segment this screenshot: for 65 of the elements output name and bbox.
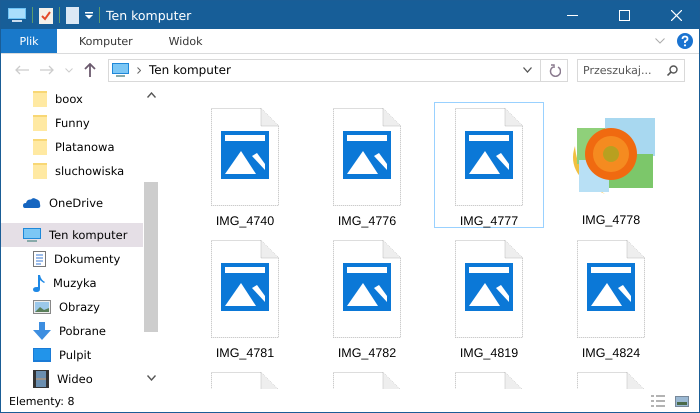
properties-icon[interactable] <box>39 6 53 24</box>
file-item[interactable]: IMG_4782 <box>312 234 422 360</box>
item-count: Elementy: 8 <box>9 394 74 408</box>
chevron-right-icon <box>137 66 141 74</box>
nav-item[interactable]: Pobrane <box>1 319 143 343</box>
address-path: Ten komputer <box>149 63 231 77</box>
nav-item[interactable]: Platanowa <box>55 140 115 154</box>
address-field[interactable]: Ten komputer <box>108 58 568 82</box>
desktop-icon <box>33 348 51 362</box>
nav-item[interactable]: Wideo <box>1 367 143 391</box>
nav-item[interactable]: sluchowiska <box>55 164 124 178</box>
cloud-icon <box>23 197 41 209</box>
details-view-icon[interactable] <box>651 395 665 407</box>
folder-icon <box>33 163 47 179</box>
file-item[interactable]: IMG_4777 <box>434 102 544 228</box>
minimize-icon <box>566 14 578 16</box>
image-file-icon <box>455 240 523 338</box>
file-item[interactable]: IMG_4781 <box>190 234 300 360</box>
image-file-icon <box>211 108 279 206</box>
ribbon-tab[interactable]: Komputer <box>65 29 147 53</box>
image-file-icon <box>577 240 645 338</box>
chevron-down-icon[interactable] <box>523 67 532 73</box>
scroll-down-icon[interactable] <box>146 375 156 381</box>
file-item[interactable]: IMG_4819 <box>434 234 544 360</box>
nav-item[interactable]: Obrazy <box>1 295 143 319</box>
image-file-icon <box>333 108 401 206</box>
refresh-icon[interactable] <box>549 64 561 76</box>
file-item[interactable]: IMG_4778 <box>556 102 666 228</box>
film-icon <box>33 370 49 388</box>
computer-icon <box>8 8 26 22</box>
image-file-icon <box>455 108 523 206</box>
scrollbar-thumb[interactable] <box>144 182 158 332</box>
ribbon-tab[interactable]: Widok <box>154 29 216 53</box>
pictures-icon <box>33 300 51 314</box>
folder-icon <box>33 115 47 131</box>
large-icons-view-icon[interactable] <box>675 396 689 406</box>
down-arrow-icon <box>33 322 51 340</box>
computer-icon <box>23 227 41 243</box>
file-item[interactable]: IMG_4824 <box>556 234 666 360</box>
nav-item[interactable]: boox <box>55 92 83 106</box>
folder-icon <box>33 91 47 107</box>
nav-item[interactable]: OneDrive <box>1 191 143 215</box>
nav-item[interactable]: Funny <box>55 116 90 130</box>
computer-icon <box>112 62 129 78</box>
file-item[interactable]: IMG_4740 <box>190 102 300 228</box>
window-title: Ten komputer <box>106 8 192 22</box>
close-icon <box>670 10 682 20</box>
nav-item[interactable]: Muzyka <box>1 271 143 295</box>
nav-item[interactable]: Pulpit <box>1 343 143 367</box>
file-item[interactable]: IMG_4776 <box>312 102 422 228</box>
maximize-icon <box>618 10 630 20</box>
dropdown-icon[interactable] <box>85 12 93 18</box>
document-icon <box>33 251 46 267</box>
help-icon[interactable] <box>677 33 693 49</box>
search-icon <box>667 64 678 76</box>
search-field[interactable]: Przeszukaj... <box>577 58 685 82</box>
up-arrow-icon[interactable] <box>84 63 96 77</box>
scroll-up-icon[interactable] <box>146 92 156 98</box>
nav-item[interactable]: Dokumenty <box>1 247 143 271</box>
image-file-icon <box>211 240 279 338</box>
nav-item[interactable]: Ten komputer <box>1 223 143 247</box>
file-tab[interactable]: Plik <box>1 29 57 53</box>
image-file-icon <box>333 240 401 338</box>
music-note-icon <box>33 274 45 292</box>
folder-icon <box>33 139 47 155</box>
